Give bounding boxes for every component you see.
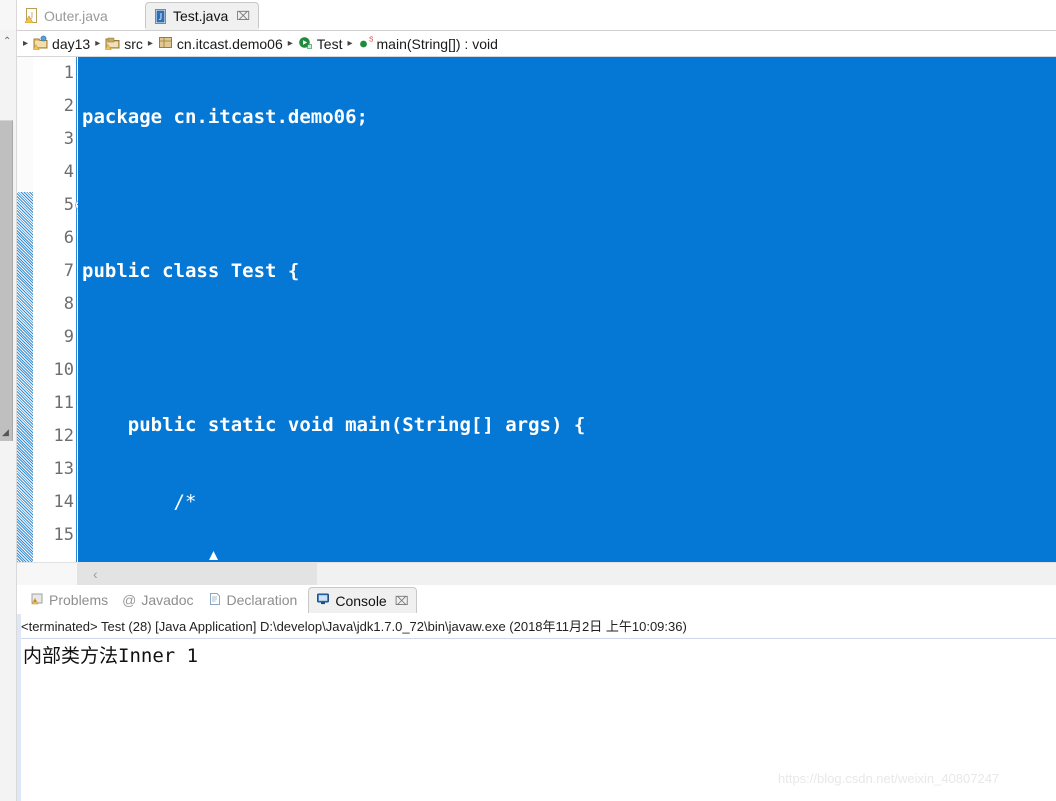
panel-tab-bar: Problems @ Javadoc Declaration Console ⌧ — [17, 586, 1056, 614]
line-number: 9 — [63, 327, 74, 347]
scroll-left-arrow-icon[interactable]: ‹ — [93, 566, 98, 582]
code-line: /* — [82, 491, 197, 513]
panel-tab-label: Problems — [49, 592, 109, 608]
breadcrumb-label: cn.itcast.demo06 — [176, 35, 283, 52]
panel-left-border — [17, 614, 21, 801]
panel-tab-label: Console — [335, 592, 387, 609]
breadcrumb-label: day13 — [52, 35, 91, 52]
editor-tab-label: Test.java — [173, 8, 229, 24]
problems-icon — [30, 592, 44, 609]
breadcrumb-label: Test — [316, 35, 343, 52]
line-number: 7 — [63, 261, 74, 281]
code-text-area[interactable]: package cn.itcast.demo06; public class T… — [78, 57, 1056, 562]
editor-tab-test-java[interactable]: J Test.java ⌧ — [145, 2, 260, 30]
line-number: 6 — [63, 228, 74, 248]
svg-text:S: S — [369, 36, 373, 43]
rail-chevron-icon[interactable]: ⌃ — [3, 36, 11, 47]
line-number: 12 — [53, 426, 74, 446]
breadcrumb-separator-icon: ▸ — [147, 38, 153, 49]
line-number: 10 — [53, 360, 74, 380]
breadcrumb: ▸ day13 ▸ src ▸ cn.itcast.demo06 ▸ Test … — [17, 31, 1056, 57]
declaration-icon — [208, 592, 222, 609]
editor-tab-label: Outer.java — [44, 7, 108, 24]
rail-restore-icon[interactable]: ◢ — [2, 425, 12, 439]
breadcrumb-label: src — [124, 35, 143, 52]
line-number: 1 — [63, 63, 74, 83]
breadcrumb-item-class[interactable]: Test — [298, 35, 343, 53]
bottom-view-panel: Problems @ Javadoc Declaration Console ⌧… — [17, 586, 1056, 801]
class-icon — [298, 35, 313, 53]
line-number: 4 — [63, 162, 74, 182]
line-number: 14 — [53, 492, 74, 512]
close-icon[interactable]: ⌧ — [395, 594, 409, 608]
code-editor[interactable]: 1 2 3 4 5 6 7 8 9 10 11 12 13 14 15 pack… — [17, 57, 1056, 562]
svg-text:J: J — [159, 12, 163, 22]
javadoc-icon: @ — [122, 592, 137, 608]
panel-tab-label: Declaration — [226, 592, 298, 608]
left-view-rail: ⌃ ◢ — [0, 0, 17, 801]
line-number-text: 5 — [63, 195, 74, 215]
line-number: 15 — [53, 525, 74, 545]
tab-problems[interactable]: Problems — [23, 587, 115, 613]
line-number: 2 — [63, 96, 74, 116]
breadcrumb-item-project[interactable]: day13 — [32, 35, 91, 53]
line-number: 11 — [53, 393, 74, 413]
editor-horizontal-scrollbar[interactable]: ‹ — [17, 562, 1056, 585]
console-process-header: <terminated> Test (28) [Java Application… — [21, 616, 1056, 639]
line-number: 3 — [63, 129, 74, 149]
scrollbar-thumb[interactable] — [77, 563, 317, 585]
breadcrumb-separator-icon: ▸ — [347, 38, 353, 49]
panel-tab-label: Javadoc — [141, 592, 194, 608]
java-file-warning-icon: J — [24, 8, 38, 24]
line-number: 13 — [53, 459, 74, 479]
code-line: package cn.itcast.demo06; — [82, 106, 368, 128]
code-line: public static void main(String[] args) { — [82, 414, 586, 436]
editor-tab-bar: J Outer.java J Test.java ⌧ — [17, 0, 1056, 31]
console-output-text: 内部类方法Inner 1 — [23, 645, 199, 667]
breadcrumb-label: main(String[]) : void — [376, 35, 498, 52]
selection-range-marker — [17, 192, 33, 562]
java-file-icon: J — [154, 8, 167, 24]
breadcrumb-item-src[interactable]: src — [104, 35, 143, 53]
line-number: 8 — [63, 294, 74, 314]
source-folder-icon — [104, 35, 120, 53]
scrollbar-track-left[interactable] — [17, 563, 77, 585]
breadcrumb-separator-icon: ▸ — [287, 38, 293, 49]
rail-top-edge — [0, 0, 16, 30]
console-icon — [316, 592, 330, 609]
method-public-static-icon: S — [358, 35, 374, 53]
annotation-ruler[interactable] — [17, 57, 34, 562]
code-line: public class Test { — [82, 260, 300, 282]
panel-divider — [17, 613, 1056, 614]
breadcrumb-item-method[interactable]: S main(String[]) : void — [358, 35, 498, 53]
watermark: https://blog.csdn.net/weixin_40807247 — [778, 771, 1000, 786]
breadcrumb-leading-arrow: ▸ — [23, 38, 29, 49]
tab-javadoc[interactable]: @ Javadoc — [115, 587, 200, 613]
package-icon — [158, 35, 173, 53]
breadcrumb-separator-icon: ▸ — [95, 38, 101, 49]
close-icon[interactable]: ⌧ — [236, 9, 250, 23]
editor-tab-outer-java[interactable]: J Outer.java — [17, 2, 116, 29]
tab-console[interactable]: Console ⌧ — [308, 587, 417, 613]
tab-declaration[interactable]: Declaration — [201, 587, 305, 613]
line-number-with-fold: 5 — [33, 189, 85, 222]
java-project-icon — [32, 35, 48, 53]
breadcrumb-item-package[interactable]: cn.itcast.demo06 — [158, 35, 283, 53]
collapsed-view-tab[interactable] — [0, 120, 13, 441]
line-number-ruler: 1 2 3 4 5 6 7 8 9 10 11 12 13 14 15 — [33, 57, 85, 562]
